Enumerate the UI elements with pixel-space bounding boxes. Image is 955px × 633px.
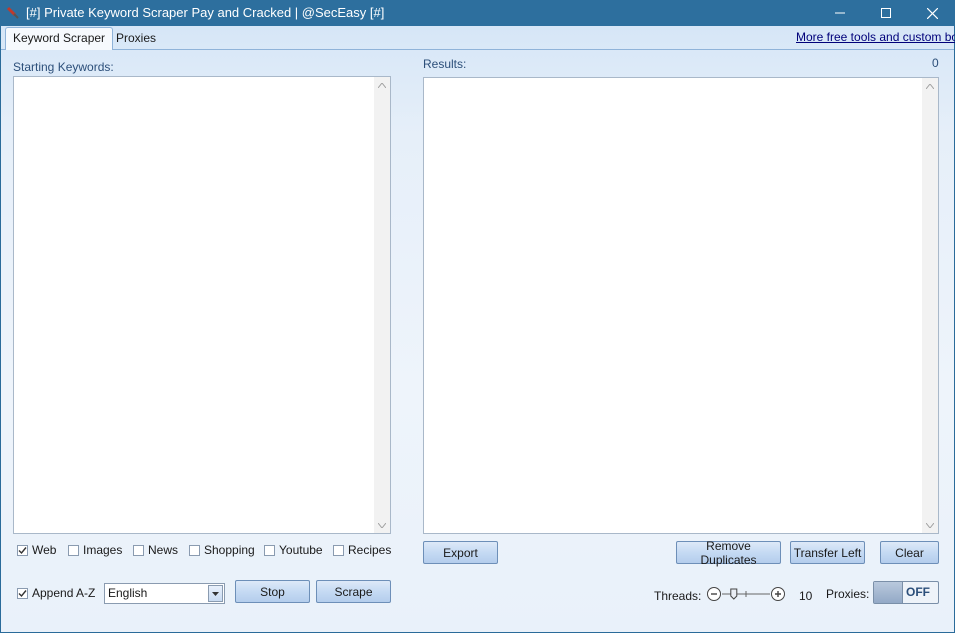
- scrape-button[interactable]: Scrape: [316, 580, 391, 603]
- main-client: Keyword Scraper Proxies More free tools …: [1, 26, 955, 632]
- append-az-label: Append A-Z: [32, 586, 96, 600]
- threads-label: Threads:: [654, 589, 702, 603]
- checkmark-icon: [18, 589, 27, 597]
- checkbox-box[interactable]: [17, 587, 28, 599]
- zoom-in-icon: [771, 587, 785, 601]
- maximize-icon: [881, 8, 891, 18]
- checkbox-box[interactable]: [264, 544, 275, 556]
- threads-slider[interactable]: [706, 585, 788, 603]
- recipes-checkbox[interactable]: Recipes: [333, 543, 391, 557]
- checkbox-box[interactable]: [133, 544, 144, 556]
- tab-keyword-scraper[interactable]: Keyword Scraper: [5, 27, 114, 50]
- close-button[interactable]: [909, 0, 955, 26]
- youtube-checkbox[interactable]: Youtube: [264, 543, 323, 557]
- shopping-checkbox[interactable]: Shopping: [189, 543, 255, 557]
- stop-button[interactable]: Stop: [235, 580, 310, 603]
- tab-strip: Keyword Scraper Proxies More free tools …: [1, 26, 955, 50]
- export-button[interactable]: Export: [423, 541, 498, 564]
- minimize-button[interactable]: [817, 0, 863, 26]
- language-select[interactable]: English: [104, 583, 225, 604]
- dropdown-arrow-icon[interactable]: [208, 585, 223, 602]
- proxies-label: Proxies:: [826, 587, 870, 601]
- youtube-label: Youtube: [279, 543, 323, 557]
- checkbox-box[interactable]: [333, 544, 344, 556]
- scroll-up-icon[interactable]: [922, 78, 938, 94]
- checkbox-box[interactable]: [68, 544, 79, 556]
- results-label: Results:: [423, 57, 467, 71]
- starting-keywords-label: Starting Keywords:: [13, 60, 114, 74]
- proxies-toggle[interactable]: OFF: [873, 581, 939, 604]
- maximize-button[interactable]: [863, 0, 909, 26]
- transfer-left-button[interactable]: Transfer Left: [790, 541, 865, 564]
- toggle-knob[interactable]: [874, 582, 903, 603]
- clear-button[interactable]: Clear: [880, 541, 939, 564]
- shopping-label: Shopping: [204, 543, 255, 557]
- keywords-scrollbar[interactable]: [374, 77, 390, 533]
- results-textarea[interactable]: [423, 77, 939, 534]
- tab-proxies[interactable]: Proxies: [109, 28, 163, 48]
- title-bar: [#] Private Keyword Scraper Pay and Crac…: [0, 0, 955, 26]
- threads-value: 10: [799, 589, 813, 603]
- recipes-label: Recipes: [348, 543, 392, 557]
- checkbox-box[interactable]: [189, 544, 200, 556]
- scroll-down-icon[interactable]: [374, 517, 390, 533]
- checkbox-box[interactable]: [17, 544, 28, 556]
- remove-duplicates-button[interactable]: Remove Duplicates: [676, 539, 781, 567]
- zoom-out-icon: [707, 587, 721, 601]
- results-count: 0: [932, 56, 939, 70]
- news-label: News: [148, 543, 179, 557]
- append-az-checkbox[interactable]: Append A-Z: [17, 586, 95, 600]
- window-title: [#] Private Keyword Scraper Pay and Crac…: [26, 5, 385, 20]
- images-checkbox[interactable]: Images: [68, 543, 122, 557]
- images-label: Images: [83, 543, 123, 557]
- more-tools-link[interactable]: More free tools and custom bots.: [796, 30, 955, 44]
- scroll-down-icon[interactable]: [922, 517, 938, 533]
- news-checkbox[interactable]: News: [133, 543, 178, 557]
- web-label: Web: [32, 543, 57, 557]
- app-icon: [6, 6, 19, 19]
- slider-thumb: [730, 588, 738, 600]
- starting-keywords-textarea[interactable]: [13, 76, 391, 534]
- results-scrollbar[interactable]: [922, 78, 938, 533]
- scroll-up-icon[interactable]: [374, 77, 390, 93]
- language-value: English: [108, 586, 148, 600]
- web-checkbox[interactable]: Web: [17, 543, 56, 557]
- minimize-icon: [835, 12, 845, 14]
- tab-divider: [1, 49, 954, 50]
- checkmark-icon: [18, 546, 27, 554]
- toggle-state: OFF: [906, 585, 930, 599]
- close-icon: [926, 7, 938, 19]
